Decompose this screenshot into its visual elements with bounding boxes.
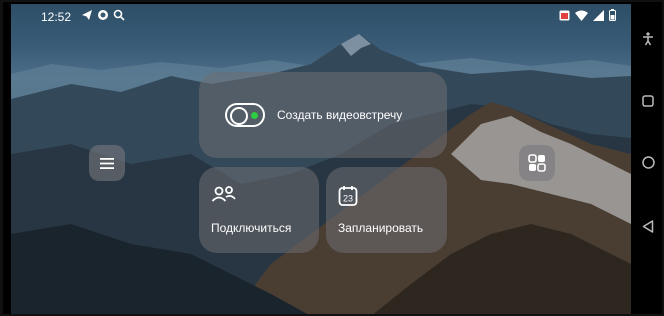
recents-button[interactable] xyxy=(636,89,660,113)
people-icon xyxy=(211,186,236,202)
connect-label: Подключиться xyxy=(211,221,292,235)
video-toggle-icon xyxy=(225,103,265,127)
search-icon xyxy=(113,9,125,21)
status-time: 12:52 xyxy=(41,10,72,24)
recents-icon xyxy=(642,95,654,107)
create-meeting-button[interactable]: Создать видеовстречу xyxy=(199,72,447,158)
schedule-button[interactable]: 23 Запланировать xyxy=(326,167,447,253)
back-button[interactable] xyxy=(636,214,660,238)
accessibility-button[interactable] xyxy=(636,27,660,51)
signal-icon xyxy=(593,9,604,21)
apps-button[interactable] xyxy=(519,145,555,181)
telegram-icon xyxy=(82,10,92,20)
schedule-label: Запланировать xyxy=(338,221,424,235)
app-screen: 12:52 Создать видеовстречу Подключиться … xyxy=(11,4,631,314)
hamburger-menu-icon xyxy=(100,157,114,169)
chat-app-icon xyxy=(98,10,108,20)
home-icon xyxy=(641,155,655,169)
home-button[interactable] xyxy=(636,150,660,174)
calendar-day: 23 xyxy=(343,194,353,204)
status-icons-left xyxy=(81,9,125,21)
apps-grid-icon xyxy=(528,154,546,172)
back-icon xyxy=(642,219,654,233)
wifi-icon xyxy=(575,10,588,21)
connect-button[interactable]: Подключиться xyxy=(199,167,319,253)
android-navigation-bar xyxy=(631,4,662,314)
device-frame: 12:52 Создать видеовстречу Подключиться … xyxy=(0,0,664,316)
battery-icon xyxy=(609,9,616,21)
menu-button[interactable] xyxy=(89,145,125,181)
accessibility-icon xyxy=(643,32,653,46)
create-meeting-label: Создать видеовстречу xyxy=(277,108,403,122)
calendar-notification-icon xyxy=(559,10,570,21)
calendar-icon: 23 xyxy=(338,186,358,206)
status-icons-right xyxy=(559,9,616,21)
